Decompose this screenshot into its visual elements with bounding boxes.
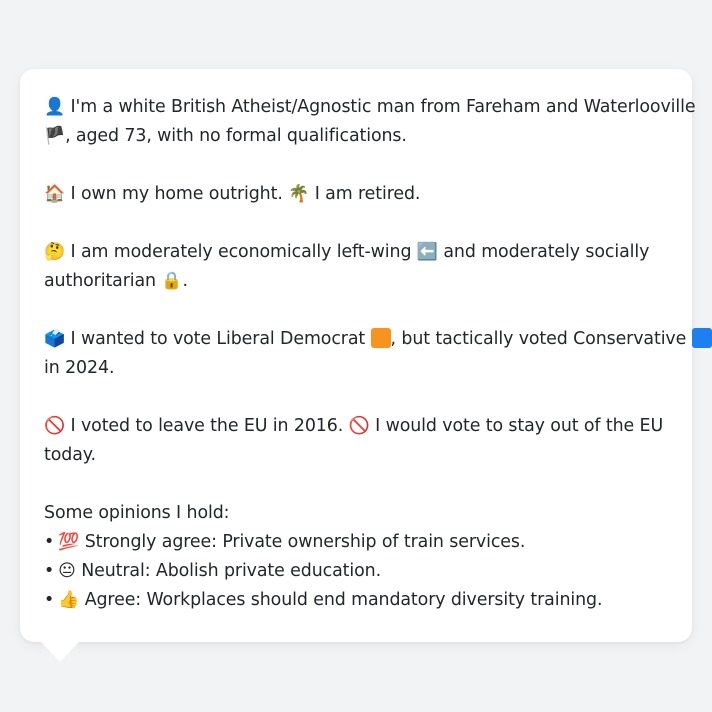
person-icon: 👤 [44, 97, 66, 117]
eu-text-2: I would vote to stay out of the EU [375, 416, 664, 436]
eu-paragraph: 🚫 I voted to leave the EU in 2016. 🚫 I w… [44, 412, 672, 470]
employment-text: I am retired. [314, 184, 421, 204]
list-item: • 💯 Strongly agree: Private ownership of … [44, 528, 672, 557]
thinking-face-icon: 🤔 [44, 242, 66, 262]
ideology-text-1: I am moderately economically left-wing [70, 242, 412, 262]
orange-square-icon [370, 328, 391, 348]
housing-text: I own my home outright. [70, 184, 283, 204]
list-item: • 👍 Agree: Workplaces should end mandator… [44, 586, 672, 615]
eu-text-1: I voted to leave the EU in 2016. [70, 416, 344, 436]
lock-icon: 🔒 [161, 271, 183, 291]
opinion-text: Strongly agree: Private ownership of tra… [84, 532, 526, 552]
vote-text-1: I wanted to vote Liberal Democrat [70, 329, 366, 349]
opinions-list: • 💯 Strongly agree: Private ownership of … [44, 528, 672, 615]
profile-card: 👤 I'm a white British Atheist/Agnostic m… [20, 69, 712, 642]
vote-text-2: , but tactically voted Conservative [390, 329, 687, 349]
speech-bubble-tail [40, 641, 80, 662]
england-flag-icon: 🏴 [44, 126, 66, 146]
opinion-text: Neutral: Abolish private education. [81, 561, 381, 581]
left-arrow-icon: ⬅️ [416, 242, 438, 262]
ideology-paragraph: 🤔 I am moderately economically left-wing… [44, 238, 672, 296]
vote-paragraph: 🗳️ I wanted to vote Liberal Democrat , b… [44, 325, 712, 383]
ballot-box-icon: 🗳️ [44, 329, 66, 349]
opinion-text: Agree: Workplaces should end mandatory d… [84, 590, 603, 610]
bullet: • [44, 561, 55, 581]
profile-content: 👤 I'm a white British Atheist/Agnostic m… [44, 93, 712, 615]
ideology-text-2: and moderately socially [443, 242, 650, 262]
blue-square-icon [691, 328, 712, 348]
no-entry-icon: 🚫 [44, 416, 66, 436]
house-icon: 🏠 [44, 184, 66, 204]
housing-paragraph: 🏠 I own my home outright. 🌴 I am retired… [44, 180, 672, 209]
vote-text-3: in 2024. [44, 358, 115, 378]
demographics-text-2: , aged 73, with no formal qualifications… [65, 126, 407, 146]
palm-tree-icon: 🌴 [288, 184, 310, 204]
bullet: • [44, 532, 55, 552]
opinions-heading: Some opinions I hold: [44, 503, 230, 523]
list-item: • 😐 Neutral: Abolish private education. [44, 557, 672, 586]
ideology-text-3: authoritarian [44, 271, 156, 291]
eu-text-3: today. [44, 445, 96, 465]
ideology-text-end: . [182, 271, 189, 291]
neutral-face-icon: 😐 [58, 561, 76, 581]
thumbs-up-icon: 👍 [58, 590, 80, 610]
hundred-points-icon: 💯 [58, 532, 80, 552]
demographics-text-1: I'm a white British Atheist/Agnostic man… [70, 97, 696, 117]
demographics-paragraph: 👤 I'm a white British Atheist/Agnostic m… [44, 93, 696, 151]
bullet: • [44, 590, 55, 610]
no-entry-icon: 🚫 [348, 416, 370, 436]
opinions-section: Some opinions I hold: • 💯 Strongly agree:… [44, 499, 672, 615]
